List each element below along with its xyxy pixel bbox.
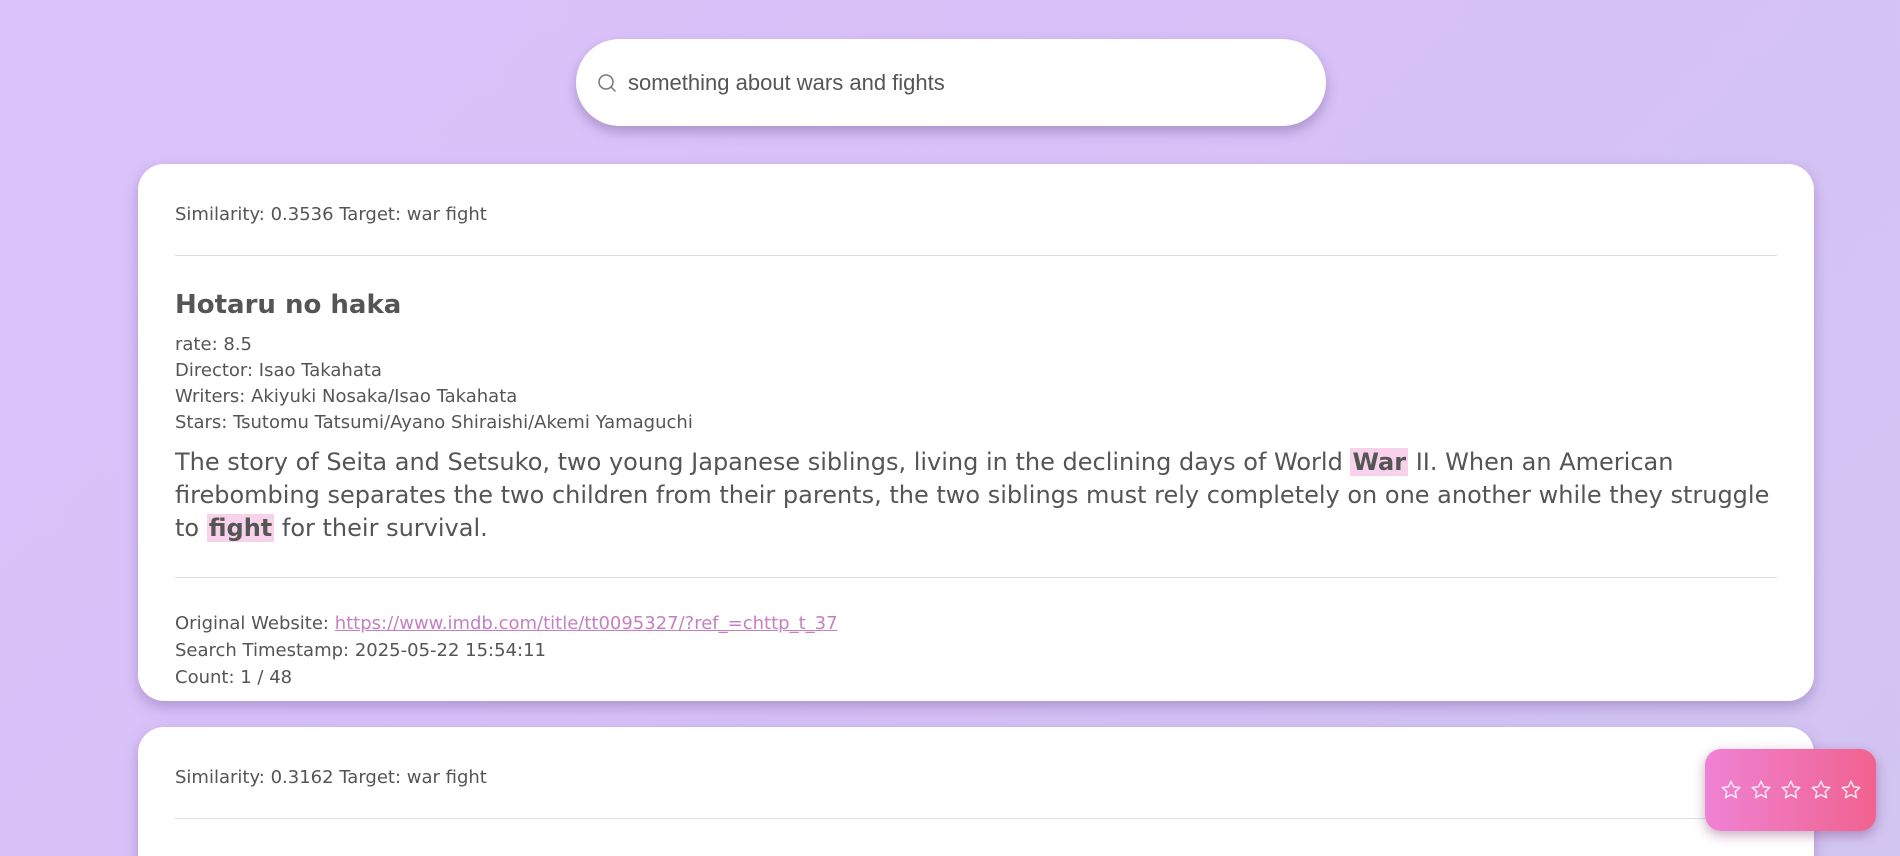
stars-text: Stars: Tsutomu Tatsumi/Ayano Shiraishi/A… bbox=[175, 412, 693, 433]
movie-info: rate: 8.5 Director: Isao Takahata Writer… bbox=[175, 332, 1777, 436]
search-icon bbox=[592, 68, 622, 98]
star-outline-icon[interactable] bbox=[1810, 779, 1832, 801]
star-outline-icon[interactable] bbox=[1750, 779, 1772, 801]
result-footer: Original Website: https://www.imdb.com/t… bbox=[175, 610, 1777, 691]
result-card: Similarity: 0.3162 Target: war fight bbox=[138, 727, 1814, 856]
highlight-term: War bbox=[1350, 448, 1409, 476]
star-outline-icon[interactable] bbox=[1720, 779, 1742, 801]
result-count: Count: 1 / 48 bbox=[175, 667, 293, 688]
director-text: Director: Isao Takahata bbox=[175, 360, 382, 381]
description-text: The story of Seita and Setsuko, two youn… bbox=[175, 448, 1351, 476]
website-label: Original Website: bbox=[175, 613, 335, 634]
movie-description: The story of Seita and Setsuko, two youn… bbox=[175, 446, 1777, 578]
movie-title: Hotaru no haka bbox=[175, 290, 402, 320]
writers-text: Writers: Akiyuki Nosaka/Isao Takahata bbox=[175, 386, 518, 407]
result-card: Similarity: 0.3536 Target: war fight Hot… bbox=[138, 164, 1814, 701]
star-outline-icon[interactable] bbox=[1840, 779, 1862, 801]
search-input[interactable] bbox=[628, 69, 1268, 96]
search-timestamp: Search Timestamp: 2025-05-22 15:54:11 bbox=[175, 640, 546, 661]
rating-widget bbox=[1705, 749, 1876, 831]
website-link[interactable]: https://www.imdb.com/title/tt0095327/?re… bbox=[335, 613, 838, 634]
similarity-line: Similarity: 0.3536 Target: war fight bbox=[175, 164, 1777, 256]
highlight-term: fight bbox=[206, 514, 275, 542]
original-website: Original Website: https://www.imdb.com/t… bbox=[175, 610, 1777, 637]
similarity-line: Similarity: 0.3162 Target: war fight bbox=[175, 727, 1777, 819]
description-text: for their survival. bbox=[274, 514, 488, 542]
search-bar[interactable] bbox=[576, 39, 1326, 126]
rate-text: rate: 8.5 bbox=[175, 334, 252, 355]
star-outline-icon[interactable] bbox=[1780, 779, 1802, 801]
